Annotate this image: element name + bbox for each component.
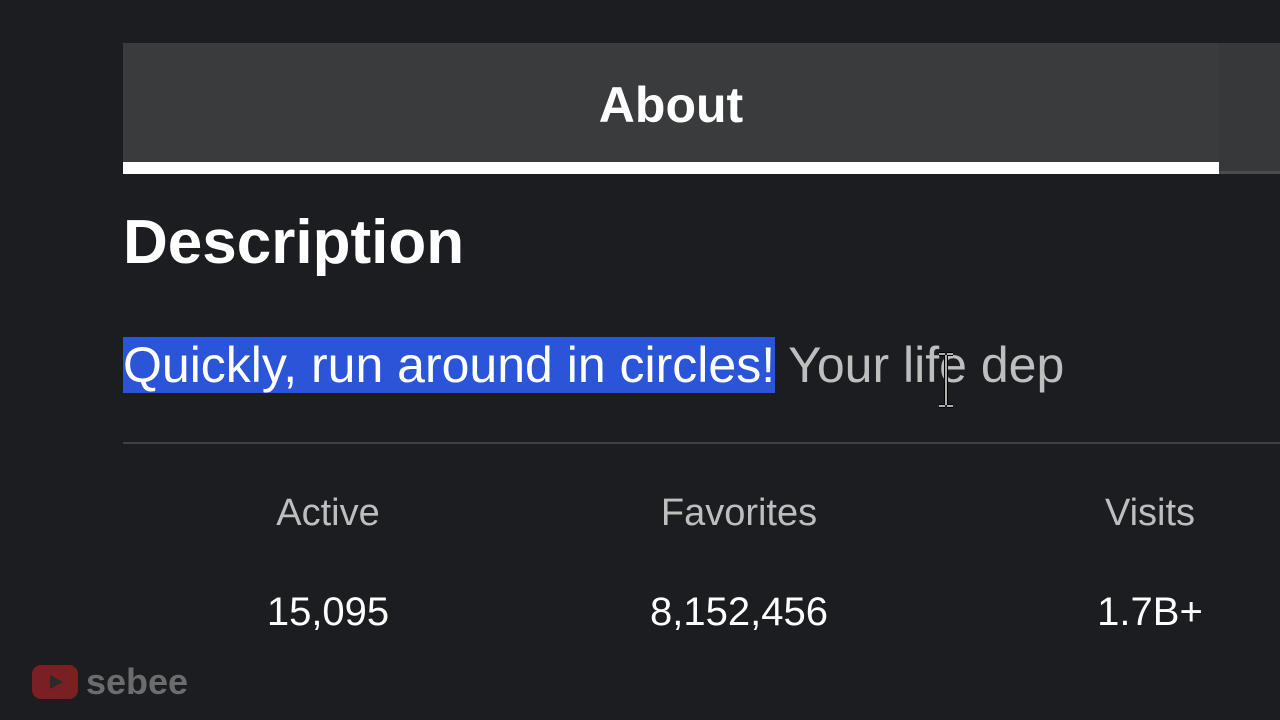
watermark-channel-name: sebee bbox=[86, 661, 189, 702]
stat-active-value: 15,095 bbox=[266, 590, 390, 634]
description-heading: Description bbox=[123, 208, 465, 277]
selected-text: Quickly, run around in circles! bbox=[123, 337, 776, 393]
stat-favorites-value: 8,152,456 bbox=[650, 590, 828, 634]
tab-next-partial[interactable] bbox=[1219, 43, 1280, 174]
stat-visits-value: 1.7B+ bbox=[1097, 590, 1203, 634]
divider bbox=[123, 442, 1280, 444]
tab-about[interactable]: About bbox=[123, 43, 1219, 174]
stat-favorites-label: Favorites bbox=[660, 492, 818, 534]
tab-about-label: About bbox=[598, 77, 744, 133]
tab-next-underline bbox=[1219, 171, 1280, 174]
text-cursor-icon bbox=[939, 352, 953, 408]
stat-visits-label: Visits bbox=[1104, 492, 1196, 534]
description-text[interactable]: Quickly, run around in circles! Your lif… bbox=[123, 329, 1280, 401]
active-tab-indicator bbox=[123, 162, 1219, 174]
tab-bar: About bbox=[123, 43, 1280, 174]
stat-active-label: Active bbox=[276, 492, 380, 534]
youtube-icon bbox=[32, 665, 78, 699]
unselected-text: Your life dep bbox=[775, 337, 1065, 393]
channel-watermark: sebee bbox=[32, 662, 188, 702]
game-details-page: About Description Quickly, run around in… bbox=[0, 0, 1280, 720]
